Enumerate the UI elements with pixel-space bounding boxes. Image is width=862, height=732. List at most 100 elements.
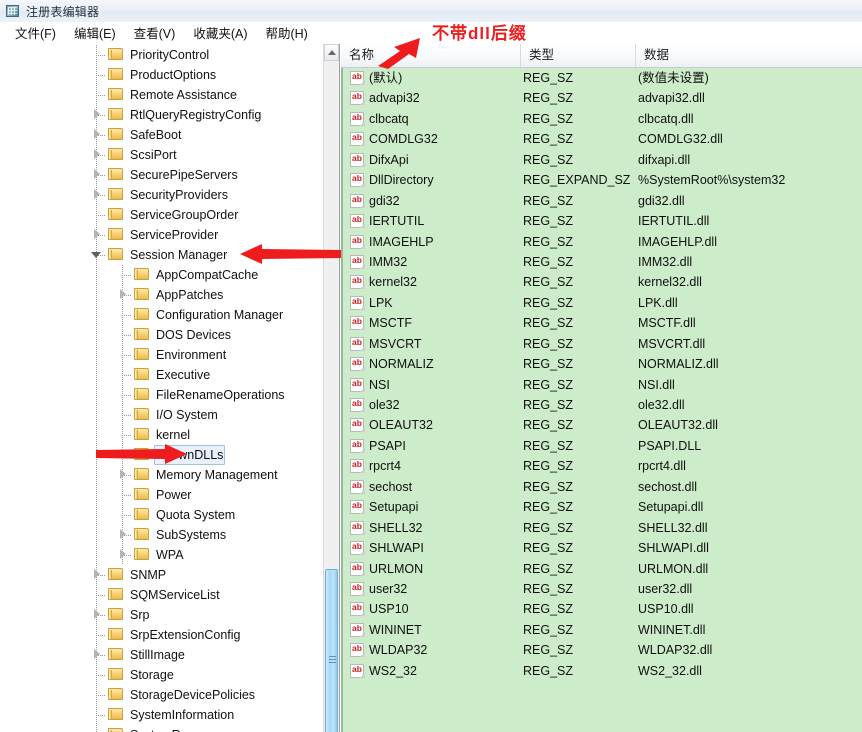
tree-item-configuration-manager[interactable]: Configuration Manager: [0, 305, 323, 325]
value-row[interactable]: ab NORMALIZ REG_SZ NORMALIZ.dll: [343, 354, 862, 374]
value-row[interactable]: ab SHELL32 REG_SZ SHELL32.dll: [343, 518, 862, 538]
value-row[interactable]: ab ole32 REG_SZ ole32.dll: [343, 395, 862, 415]
tree-expand-icon[interactable]: [117, 529, 128, 540]
value-row[interactable]: ab IERTUTIL REG_SZ IERTUTIL.dll: [343, 211, 862, 231]
menu-item-view[interactable]: 查看(V): [125, 21, 185, 45]
value-data: IERTUTIL.dll: [638, 214, 710, 229]
tree-expand-icon[interactable]: [91, 169, 102, 180]
menu-item-edit[interactable]: 编辑(E): [65, 21, 125, 45]
tree-expand-icon[interactable]: [91, 649, 102, 660]
value-row[interactable]: ab user32 REG_SZ user32.dll: [343, 579, 862, 599]
tree-item-sqmservicelist[interactable]: SQMServiceList: [0, 585, 323, 605]
value-row[interactable]: ab MSCTF REG_SZ MSCTF.dll: [343, 313, 862, 333]
tree-item-dos-devices[interactable]: DOS Devices: [0, 325, 323, 345]
tree-item-apppatches[interactable]: AppPatches: [0, 285, 323, 305]
value-row[interactable]: ab PSAPI REG_SZ PSAPI.DLL: [343, 436, 862, 456]
column-header-type[interactable]: 类型: [521, 44, 636, 67]
tree-expand-icon[interactable]: [91, 569, 102, 580]
value-row[interactable]: ab NSI REG_SZ NSI.dll: [343, 375, 862, 395]
value-row[interactable]: ab OLEAUT32 REG_SZ OLEAUT32.dll: [343, 415, 862, 435]
tree-item-storage[interactable]: Storage: [0, 665, 323, 685]
tree-item-executive[interactable]: Executive: [0, 365, 323, 385]
tree-vertical-scrollbar[interactable]: [323, 44, 339, 732]
tree-expand-icon[interactable]: [91, 189, 102, 200]
tree-item-power[interactable]: Power: [0, 485, 323, 505]
value-row[interactable]: ab kernel32 REG_SZ kernel32.dll: [343, 272, 862, 292]
tree-item-knowndlls[interactable]: KnownDLLs: [0, 445, 323, 465]
tree-item-srpextensionconfig[interactable]: SrpExtensionConfig: [0, 625, 323, 645]
value-row[interactable]: ab IMM32 REG_SZ IMM32.dll: [343, 252, 862, 272]
tree-item-subsystems[interactable]: SubSystems: [0, 525, 323, 545]
value-row[interactable]: ab clbcatq REG_SZ clbcatq.dll: [343, 109, 862, 129]
value-type: REG_EXPAND_SZ: [523, 173, 631, 188]
tree-item-safeboot[interactable]: SafeBoot: [0, 125, 323, 145]
tree-item-quota-system[interactable]: Quota System: [0, 505, 323, 525]
column-header-name[interactable]: 名称: [341, 44, 521, 67]
value-row[interactable]: ab rpcrt4 REG_SZ rpcrt4.dll: [343, 456, 862, 476]
tree-item-securepipeservers[interactable]: SecurePipeServers: [0, 165, 323, 185]
value-row[interactable]: ab gdi32 REG_SZ gdi32.dll: [343, 191, 862, 211]
tree-item-systeminformation[interactable]: SystemInformation: [0, 705, 323, 725]
tree-item-storagedevicepolicies[interactable]: StorageDevicePolicies: [0, 685, 323, 705]
value-name: rpcrt4: [369, 459, 401, 474]
tree-expand-icon[interactable]: [91, 149, 102, 160]
tree-item-servicegrouporder[interactable]: ServiceGroupOrder: [0, 205, 323, 225]
tree-expand-icon[interactable]: [91, 109, 102, 120]
tree-item-rtlqueryregistryconfig[interactable]: RtlQueryRegistryConfig: [0, 105, 323, 125]
value-data: WS2_32.dll: [638, 663, 702, 678]
tree-item-i-o-system[interactable]: I/O System: [0, 405, 323, 425]
tree-item-productoptions[interactable]: ProductOptions: [0, 65, 323, 85]
tree-expand-icon[interactable]: [91, 229, 102, 240]
value-row[interactable]: ab sechost REG_SZ sechost.dll: [343, 477, 862, 497]
tree-collapse-icon[interactable]: [91, 249, 102, 260]
tree-expand-icon[interactable]: [117, 289, 128, 300]
menu-item-file[interactable]: 文件(F): [6, 21, 65, 45]
value-row[interactable]: ab WLDAP32 REG_SZ WLDAP32.dll: [343, 640, 862, 660]
tree-expand-icon[interactable]: [91, 129, 102, 140]
value-row[interactable]: ab SHLWAPI REG_SZ SHLWAPI.dll: [343, 538, 862, 558]
column-header-data[interactable]: 数据: [636, 44, 862, 67]
tree-expand-icon[interactable]: [117, 549, 128, 560]
value-row[interactable]: ab IMAGEHLP REG_SZ IMAGEHLP.dll: [343, 232, 862, 252]
annotation-no-dll-suffix: 不带dll后缀: [432, 24, 527, 43]
tree-item-remote-assistance[interactable]: Remote Assistance: [0, 85, 323, 105]
value-data: IMM32.dll: [638, 254, 693, 269]
value-row[interactable]: ab DllDirectory REG_EXPAND_SZ %SystemRoot%\…: [343, 170, 862, 190]
menu-item-help[interactable]: 帮助(H): [256, 21, 316, 45]
tree-item-wpa[interactable]: WPA: [0, 545, 323, 565]
tree-item-kernel[interactable]: kernel: [0, 425, 323, 445]
tree-item-snmp[interactable]: SNMP: [0, 565, 323, 585]
value-row[interactable]: ab COMDLG32 REG_SZ COMDLG32.dll: [343, 129, 862, 149]
tree-scrollbar-thumb[interactable]: [325, 569, 338, 732]
tree-item-filerenameoperations[interactable]: FileRenameOperations: [0, 385, 323, 405]
value-row[interactable]: ab WS2_32 REG_SZ WS2_32.dll: [343, 661, 862, 681]
value-row[interactable]: ab USP10 REG_SZ USP10.dll: [343, 599, 862, 619]
tree-item-session-manager[interactable]: Session Manager: [0, 245, 323, 265]
tree-item-memory-management[interactable]: Memory Management: [0, 465, 323, 485]
tree-scroll-up-button[interactable]: [324, 44, 339, 61]
tree-item-scsiport[interactable]: ScsiPort: [0, 145, 323, 165]
tree-expand-icon[interactable]: [117, 469, 128, 480]
tree-item-appcompatcache[interactable]: AppCompatCache: [0, 265, 323, 285]
value-row[interactable]: ab DifxApi REG_SZ difxapi.dll: [343, 150, 862, 170]
value-row[interactable]: ab LPK REG_SZ LPK.dll: [343, 293, 862, 313]
value-row[interactable]: ab WININET REG_SZ WININET.dll: [343, 620, 862, 640]
tree-item-srp[interactable]: Srp: [0, 605, 323, 625]
tree-item-serviceprovider[interactable]: ServiceProvider: [0, 225, 323, 245]
registry-editor-icon: [5, 3, 21, 19]
value-data: OLEAUT32.dll: [638, 418, 718, 433]
tree-item-environment[interactable]: Environment: [0, 345, 323, 365]
value-name: WLDAP32: [369, 643, 428, 658]
value-name: kernel32: [369, 275, 417, 290]
value-row[interactable]: ab advapi32 REG_SZ advapi32.dll: [343, 88, 862, 108]
tree-item-systemresources[interactable]: SystemResources: [0, 725, 323, 732]
tree-item-prioritycontrol[interactable]: PriorityControl: [0, 45, 323, 65]
tree-item-stillimage[interactable]: StillImage: [0, 645, 323, 665]
value-row[interactable]: ab MSVCRT REG_SZ MSVCRT.dll: [343, 334, 862, 354]
value-row[interactable]: ab (默认) REG_SZ (数值未设置): [343, 68, 862, 88]
tree-item-securityproviders[interactable]: SecurityProviders: [0, 185, 323, 205]
value-row[interactable]: ab URLMON REG_SZ URLMON.dll: [343, 559, 862, 579]
tree-expand-icon[interactable]: [91, 609, 102, 620]
value-row[interactable]: ab Setupapi REG_SZ Setupapi.dll: [343, 497, 862, 517]
menu-item-favorites[interactable]: 收藏夹(A): [184, 21, 256, 45]
